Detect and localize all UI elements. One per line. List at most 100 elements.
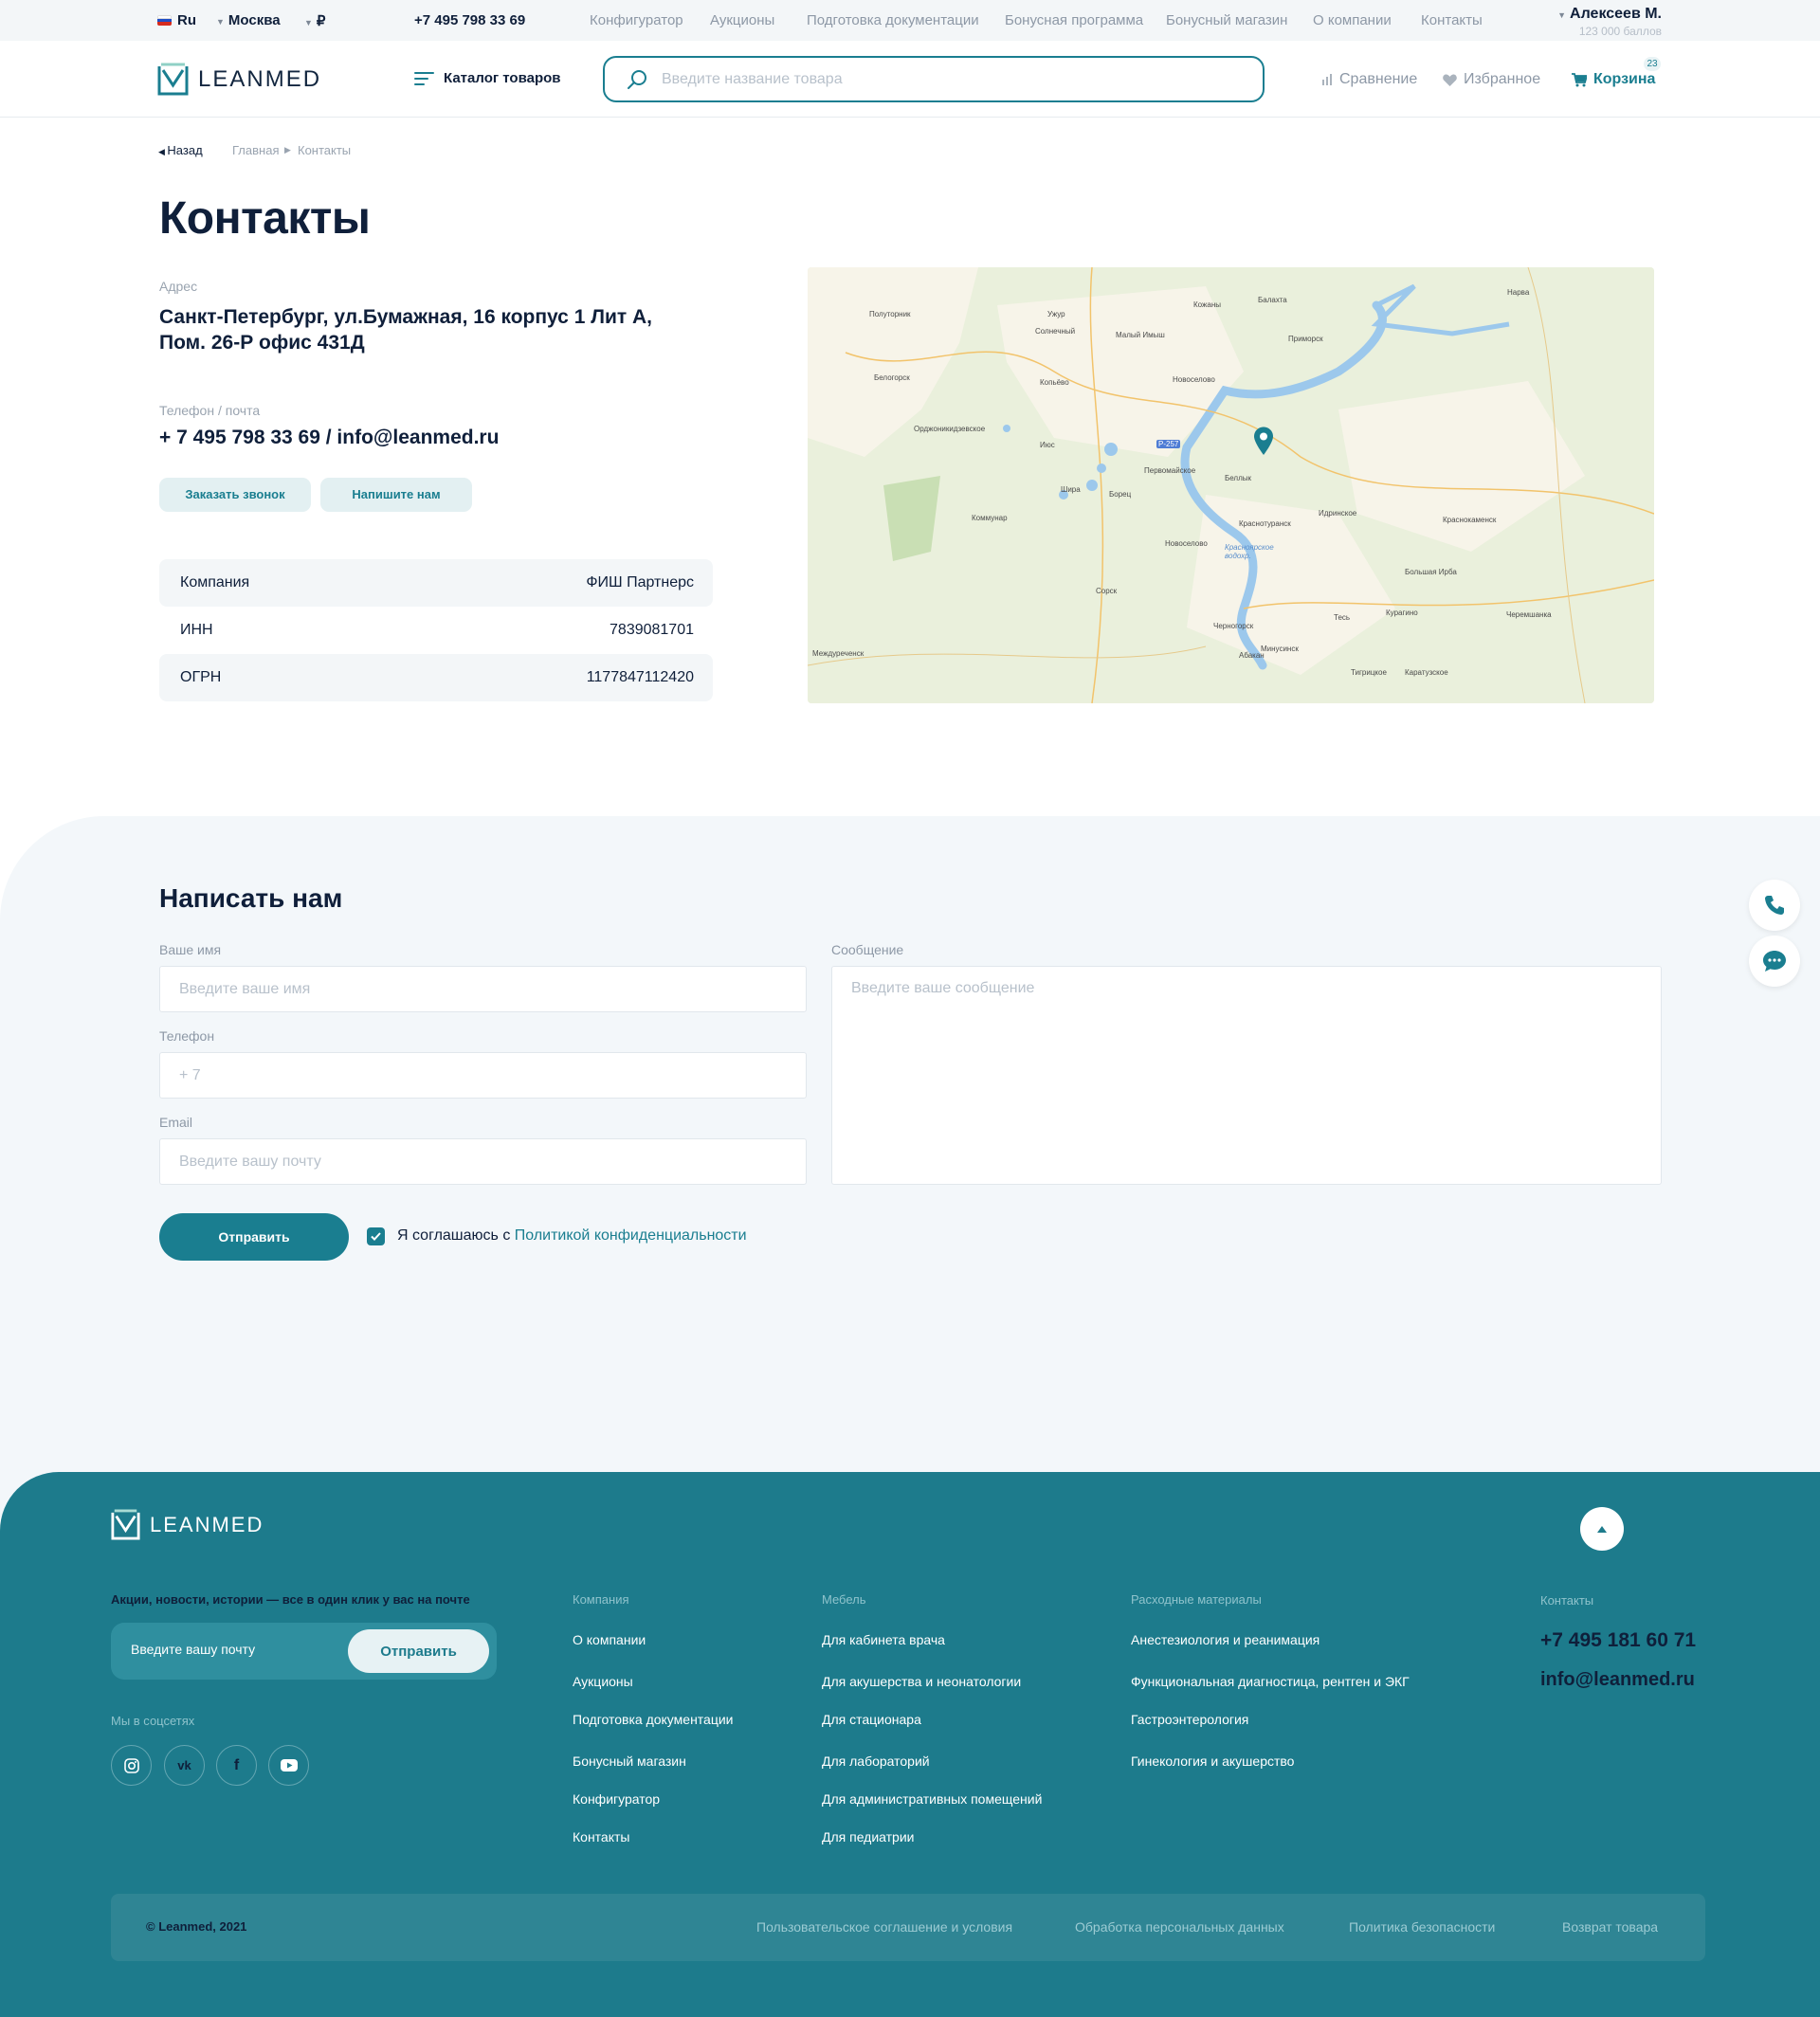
copyright: © Leanmed, 2021 <box>146 1919 247 1934</box>
phone-input[interactable] <box>159 1052 807 1099</box>
footer-link-furniture[interactable]: Для лабораторий <box>822 1754 930 1769</box>
map-pin-icon[interactable] <box>1253 427 1274 455</box>
subscribe-button[interactable]: Отправить <box>348 1629 489 1673</box>
footer-link-personal-data[interactable]: Обработка персональных данных <box>1075 1919 1284 1935</box>
message-textarea[interactable] <box>831 966 1662 1185</box>
reservoir-label: Красноярское водохр. <box>1225 543 1274 560</box>
footer-link-furniture[interactable]: Для педиатрии <box>822 1829 915 1844</box>
phone-mail-value[interactable]: + 7 495 798 33 69 / info@leanmed.ru <box>159 427 499 449</box>
scroll-top-button[interactable] <box>1580 1507 1624 1551</box>
breadcrumb-home[interactable]: Главная <box>232 143 279 157</box>
footer-link-furniture[interactable]: Для акушерства и неонатологии <box>822 1674 1021 1689</box>
footer-link-returns[interactable]: Возврат товара <box>1562 1919 1658 1935</box>
email-input[interactable] <box>159 1138 807 1185</box>
currency-selector[interactable]: ▼ ₽ <box>304 12 325 29</box>
search-input[interactable] <box>662 70 1192 88</box>
footer-link-bonus-shop[interactable]: Бонусный магазин <box>573 1754 686 1769</box>
youtube-icon[interactable] <box>268 1745 309 1786</box>
submit-button[interactable]: Отправить <box>159 1213 349 1261</box>
footer-link-auctions[interactable]: Аукционы <box>573 1674 633 1689</box>
topnav-configurator[interactable]: Конфигуратор <box>590 12 683 28</box>
topnav-bonus-shop[interactable]: Бонусный магазин <box>1166 12 1287 28</box>
catalog-label: Каталог товаров <box>444 70 561 86</box>
request-call-button[interactable]: Заказать звонок <box>159 478 311 512</box>
topnav-documentation[interactable]: Подготовка документации <box>807 12 979 28</box>
footer-col-company-title: Компания <box>573 1592 629 1607</box>
privacy-policy-link[interactable]: Политикой конфиденциальности <box>515 1227 747 1244</box>
table-row: ОГРН 1177847112420 <box>159 654 713 701</box>
chart-bars-icon <box>1322 74 1332 85</box>
requisites-table: Компания ФИШ Партнерс ИНН 7839081701 ОГРН 1… <box>159 559 713 701</box>
topnav-auctions[interactable]: Аукционы <box>710 12 774 28</box>
search-box[interactable] <box>603 56 1265 102</box>
subscribe-email-input[interactable] <box>131 1642 349 1657</box>
footer-link-terms[interactable]: Пользовательское соглашение и условия <box>756 1919 1012 1935</box>
social-label: Мы в соцсетях <box>111 1714 195 1728</box>
footer-contacts-title: Контакты <box>1540 1593 1594 1608</box>
name-label: Ваше имя <box>159 942 222 957</box>
footer-logo[interactable]: LEANMED <box>111 1509 264 1540</box>
compare-link[interactable]: Сравнение <box>1321 71 1417 88</box>
language-selector[interactable]: Ru <box>177 12 196 28</box>
write-us-button[interactable]: Напишите нам <box>320 478 472 512</box>
logo[interactable]: LEANMED <box>157 63 321 96</box>
facebook-icon[interactable]: f <box>216 1745 257 1786</box>
footer-link-consumables[interactable]: Гинекология и акушерство <box>1131 1754 1294 1769</box>
email-label: Email <box>159 1115 193 1130</box>
footer-link-about[interactable]: О компании <box>573 1632 646 1647</box>
agree-text: Я соглашаюсь с Политикой конфиденциально… <box>397 1227 747 1244</box>
footer-link-configurator[interactable]: Конфигуратор <box>573 1791 660 1807</box>
footer-tagline: Акции, новости, истории — все в один кли… <box>111 1592 470 1607</box>
topnav-bonus-program[interactable]: Бонусная программа <box>1005 12 1143 28</box>
footer-email[interactable]: info@leanmed.ru <box>1540 1669 1695 1691</box>
arrow-left-icon: ◀ <box>158 147 168 156</box>
breadcrumb-current: Контакты <box>298 143 352 157</box>
arrow-up-icon <box>1597 1525 1607 1533</box>
search-icon[interactable] <box>626 68 648 91</box>
menu-icon <box>414 71 434 85</box>
logo-text: LEANMED <box>150 1512 264 1536</box>
location-map[interactable]: Полуторник Ужур Кожаны Балахта Нарва Сол… <box>808 267 1654 703</box>
phone-icon <box>1765 896 1784 915</box>
footer-phone[interactable]: +7 495 181 60 71 <box>1540 1629 1696 1652</box>
cart-link[interactable]: Корзина <box>1572 71 1655 88</box>
footer-link-consumables[interactable]: Анестезиология и реанимация <box>1131 1632 1320 1647</box>
topnav-about[interactable]: О компании <box>1313 12 1392 28</box>
user-menu[interactable]: ▼ Алексеев М. <box>1557 6 1662 23</box>
footer-bottom-bar: © Leanmed, 2021 Пользовательское соглаше… <box>111 1894 1705 1961</box>
russia-flag-icon[interactable] <box>157 15 172 26</box>
road-badge: Р-257 <box>1156 440 1181 448</box>
instagram-icon[interactable] <box>111 1745 152 1786</box>
chevron-down-icon: ▼ <box>216 17 225 27</box>
footer-link-furniture[interactable]: Для стационара <box>822 1712 921 1727</box>
footer-link-furniture[interactable]: Для административных помещений <box>822 1791 1042 1807</box>
address-value: Санкт-Петербург, ул.Бумажная, 16 корпус … <box>159 306 652 354</box>
map-terrain <box>808 267 1654 703</box>
address-label: Адрес <box>159 279 198 294</box>
topbar-phone[interactable]: +7 495 798 33 69 <box>414 12 525 28</box>
agree-checkbox[interactable] <box>367 1227 385 1245</box>
catalog-button[interactable]: Каталог товаров <box>414 70 561 86</box>
user-points: 123 000 баллов <box>1578 25 1662 38</box>
footer-link-consumables[interactable]: Гастроэнтерология <box>1131 1712 1248 1727</box>
footer-link-consumables[interactable]: Функциональная диагностица, рентген и ЭК… <box>1131 1674 1410 1689</box>
chat-float-button[interactable] <box>1749 936 1800 987</box>
topnav-contacts[interactable]: Контакты <box>1421 12 1483 28</box>
subscribe-form: Отправить <box>111 1623 497 1680</box>
table-row: Компания ФИШ Партнерс <box>159 559 713 607</box>
call-float-button[interactable] <box>1749 880 1800 931</box>
name-input[interactable] <box>159 966 807 1012</box>
footer-link-furniture[interactable]: Для кабинета врача <box>822 1632 945 1647</box>
top-bar: Ru ▼ Москва ▼ ₽ +7 495 798 33 69 Конфигура… <box>0 0 1820 41</box>
footer-link-contacts[interactable]: Контакты <box>573 1829 629 1844</box>
back-link[interactable]: ◀ Назад <box>158 143 203 157</box>
city-selector[interactable]: ▼ Москва <box>216 12 281 28</box>
cart-icon <box>1572 72 1587 86</box>
breadcrumb-separator-icon: ▶ <box>284 145 291 154</box>
leanmed-logo-icon <box>157 63 189 96</box>
table-row: ИНН 7839081701 <box>180 622 694 638</box>
footer-link-security-policy[interactable]: Политика безопасности <box>1349 1919 1495 1935</box>
footer-link-documentation[interactable]: Подготовка документации <box>573 1712 734 1727</box>
favorites-link[interactable]: Избранное <box>1443 71 1540 88</box>
vk-icon[interactable]: vk <box>164 1745 205 1786</box>
